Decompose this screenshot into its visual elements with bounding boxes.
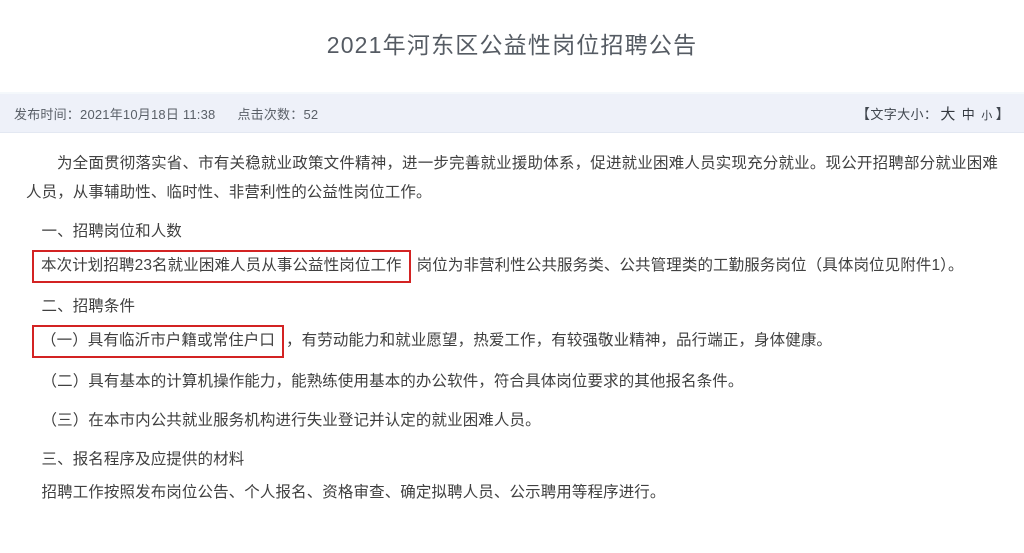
- section-1-content-row: 本次计划招聘23名就业困难人员从事公益性岗位工作 岗位为非营利性公共服务类、公共管…: [26, 250, 998, 283]
- hit-count-label: 点击次数：: [237, 106, 304, 122]
- font-size-small-option[interactable]: 小: [978, 107, 995, 123]
- section-2-item-2: （二）具有基本的计算机操作能力，能熟练使用基本的办公软件，符合具体岗位要求的其他…: [41, 373, 744, 390]
- font-size-switcher: 【文字大小：大中小】: [856, 103, 1010, 124]
- section-2-item-1-row: （一）具有临沂市户籍或常住户口 ，有劳动能力和就业愿望，热爱工作，有较强敬业精神，…: [26, 325, 998, 358]
- page-title: 2021年河东区公益性岗位招聘公告: [326, 32, 698, 59]
- section-1-line: 本次计划招聘23名就业困难人员从事公益性岗位工作 岗位为非营利性公共服务类、公共管…: [32, 250, 998, 283]
- hit-count: 点击次数：52: [237, 104, 318, 123]
- meta-left-group: 发布时间：2021年10月18日 11:38 点击次数：52: [14, 104, 318, 123]
- annotation-box-headcount: 本次计划招聘23名就业困难人员从事公益性岗位工作: [32, 250, 411, 283]
- font-size-large-option[interactable]: 大: [937, 103, 958, 124]
- section-1-rest-text: 岗位为非营利性公共服务类、公共管理类的工勤服务岗位（具体岗位见附件1）。: [416, 257, 964, 274]
- font-size-label: 文字大小：: [870, 106, 938, 122]
- article-body: 为全面贯彻落实省、市有关稳就业政策文件精神，进一步完善就业援助体系，促进就业困难…: [0, 133, 1024, 507]
- publish-time-value: 2021年10月18日 11:38: [80, 106, 216, 122]
- hit-count-value: 52: [303, 106, 319, 122]
- announcement-page: { "header": { "title": "2021年河东区公益性岗位招聘公…: [0, 0, 1024, 553]
- font-size-medium-option[interactable]: 中: [959, 104, 978, 123]
- section-3-heading: 三、报名程序及应提供的材料: [41, 451, 245, 468]
- section-3-paragraph: 招聘工作按照发布岗位公告、个人报名、资格审查、确定拟聘人员、公示聘用等程序进行。: [41, 484, 666, 501]
- bracket-open: 【: [855, 105, 871, 122]
- section-2-item-1-line: （一）具有临沂市户籍或常住户口 ，有劳动能力和就业愿望，热爱工作，有较强敬业精神，…: [32, 325, 998, 358]
- document-meta-bar: 发布时间：2021年10月18日 11:38 点击次数：52 【文字大小：大中小…: [0, 92, 1024, 133]
- section-2-item-1-rest-text: ，有劳动能力和就业愿望，热爱工作，有较强敬业精神，品行端正，身体健康。: [286, 332, 833, 349]
- section-2-heading: 二、招聘条件: [41, 298, 136, 315]
- section-1-heading: 一、招聘岗位和人数: [41, 223, 182, 240]
- annotation-box-household: （一）具有临沂市户籍或常住户口: [32, 325, 285, 358]
- publish-time-label: 发布时间：: [14, 106, 81, 122]
- section-2-item-3: （三）在本市内公共就业服务机构进行失业登记并认定的就业困难人员。: [41, 412, 541, 429]
- bracket-close: 】: [995, 105, 1010, 122]
- title-section: 2021年河东区公益性岗位招聘公告: [0, 0, 1024, 92]
- publish-time: 发布时间：2021年10月18日 11:38: [14, 104, 215, 123]
- intro-paragraph: 为全面贯彻落实省、市有关稳就业政策文件精神，进一步完善就业援助体系，促进就业困难…: [26, 155, 998, 201]
